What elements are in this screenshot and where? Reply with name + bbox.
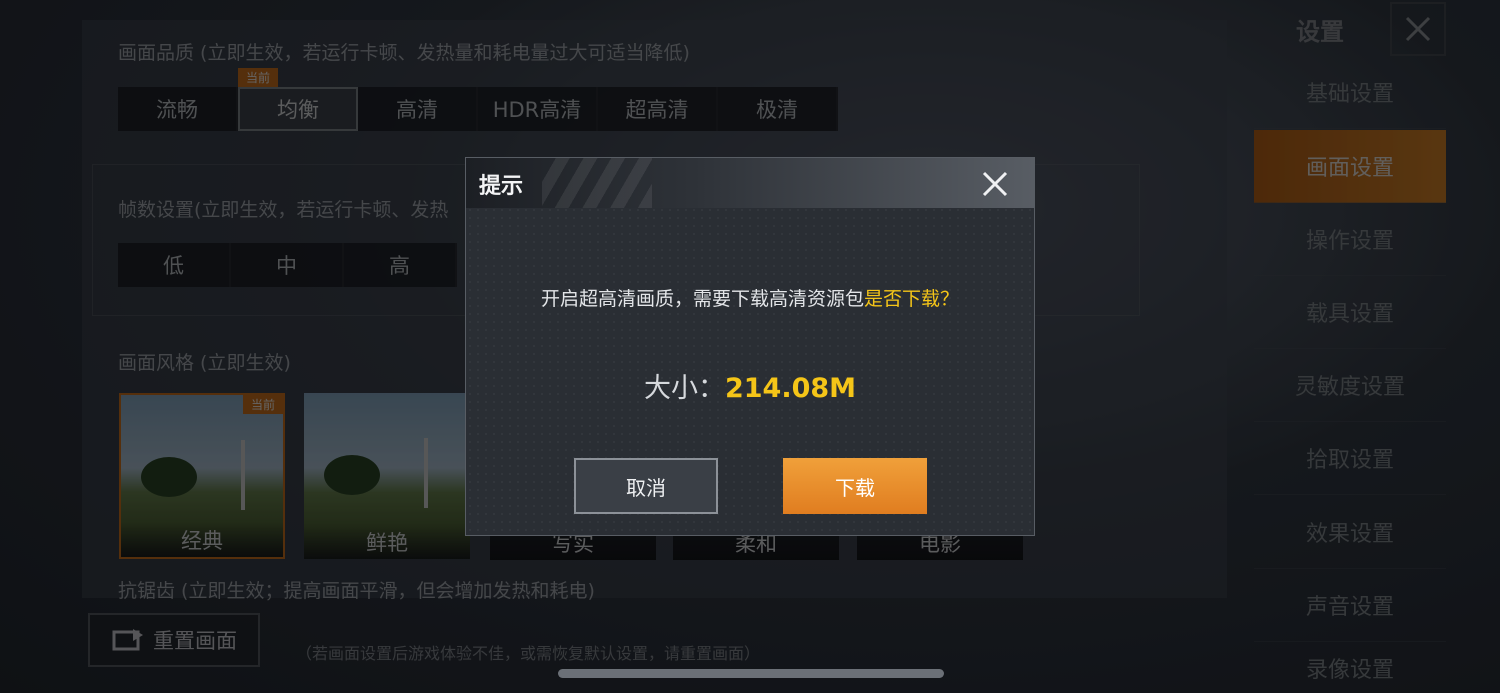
dialog-close-button[interactable]	[978, 168, 1012, 200]
dialog-message: 开启超高清画质，需要下载高清资源包是否下载？	[466, 284, 1034, 311]
dialog-title: 提示	[479, 174, 524, 199]
home-indicator[interactable]	[558, 669, 944, 678]
download-dialog: 提示 开启超高清画质，需要下载高清资源包是否下载？ 大小：214.08M 取消 …	[465, 157, 1035, 536]
dialog-header: 提示	[466, 158, 1034, 208]
header-stripes	[542, 158, 652, 208]
download-button[interactable]: 下载	[783, 458, 927, 514]
download-size: 大小：214.08M	[466, 366, 1034, 405]
close-icon	[982, 171, 1008, 197]
size-label: 大小：	[643, 373, 725, 404]
cancel-button[interactable]: 取消	[574, 458, 718, 514]
message-main: 开启超高清画质，需要下载高清资源包	[540, 288, 864, 310]
size-value: 214.08M	[724, 373, 857, 404]
message-highlight: 是否下载？	[864, 288, 960, 310]
